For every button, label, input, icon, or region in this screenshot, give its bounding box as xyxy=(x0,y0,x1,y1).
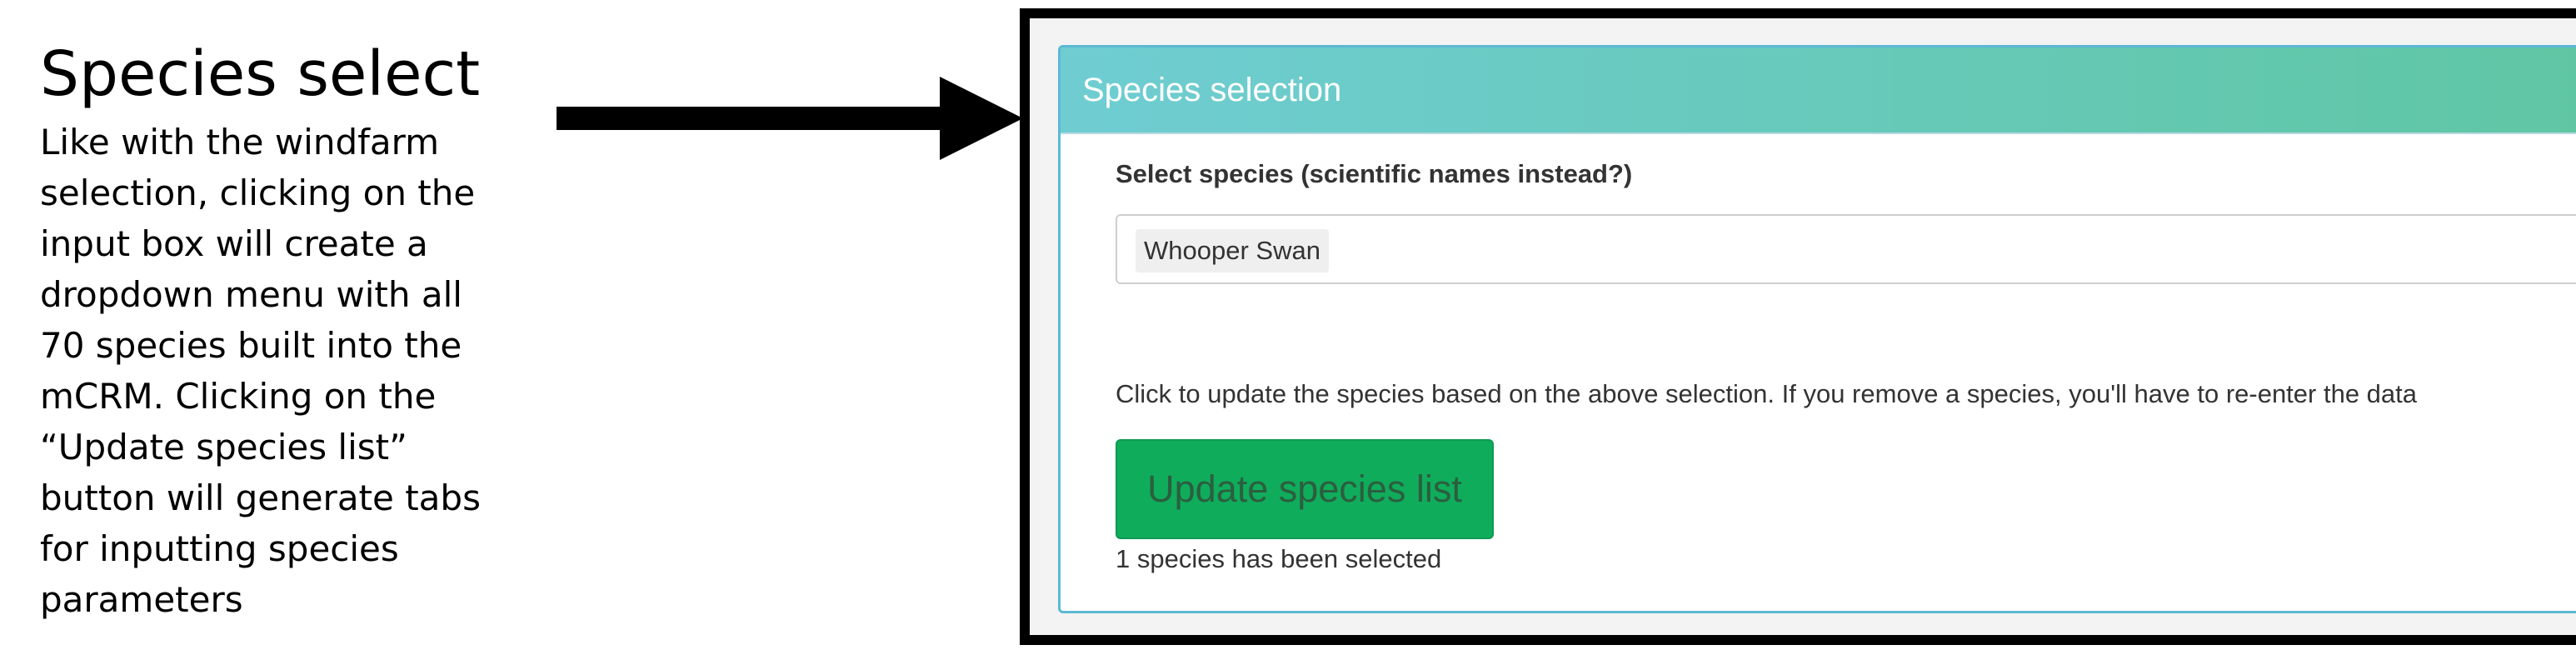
annotation: Species select Like with the windfarm se… xyxy=(40,37,507,625)
selected-species-chip[interactable]: Whooper Swan xyxy=(1136,229,1329,272)
update-species-button[interactable]: Update species list xyxy=(1116,439,1494,539)
species-status-text: 1 species has been selected xyxy=(1116,544,1442,573)
species-selection-panel: Species selection Select species (scient… xyxy=(1058,45,2576,613)
annotation-title: Species select xyxy=(40,38,481,110)
screenshot-frame: Species selection Select species (scient… xyxy=(1020,8,2576,645)
species-select-input[interactable]: Whooper Swan xyxy=(1116,214,2576,284)
right-arrow-icon xyxy=(557,77,1023,160)
update-help-text: Click to update the species based on the… xyxy=(1116,379,2418,408)
select-species-label: Select species (scientific names instead… xyxy=(1116,159,1633,188)
panel-header: Species selection xyxy=(1061,48,2576,134)
panel-title: Species selection xyxy=(1082,71,1342,108)
annotation-body: Like with the windfarm selection, clicki… xyxy=(40,122,481,620)
